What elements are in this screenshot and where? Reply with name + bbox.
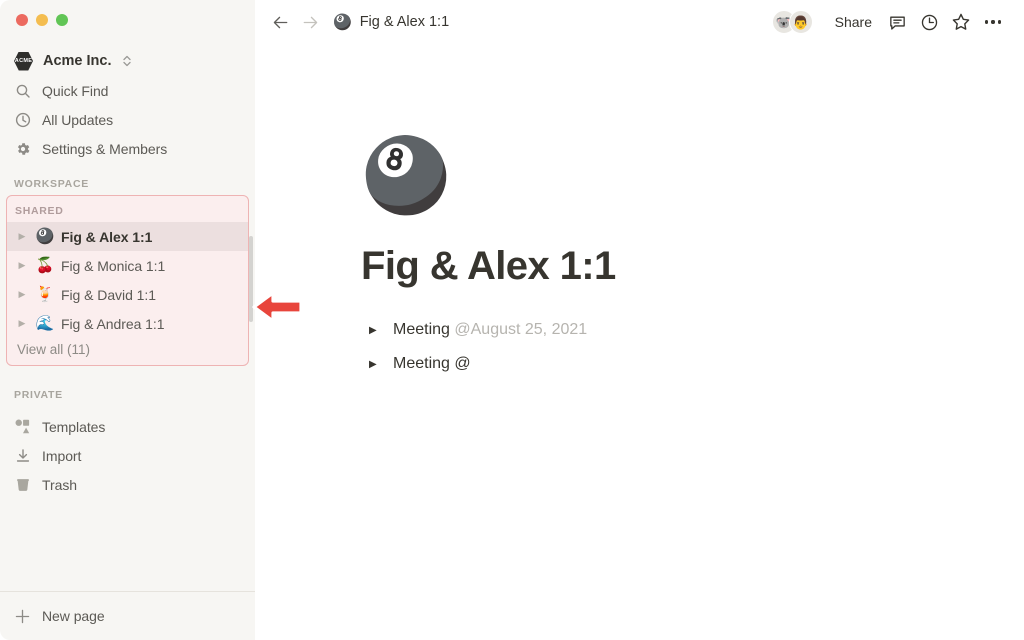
expand-triangle-icon[interactable]: ▶ — [15, 318, 29, 329]
page-emoji-icon: 🍹 — [35, 286, 55, 303]
page-label: Fig & David 1:1 — [61, 286, 156, 303]
sidebar-page-fig-david[interactable]: ▶ 🍹 Fig & David 1:1 — [7, 280, 248, 309]
sidebar-item-quick-find[interactable]: Quick Find — [0, 76, 255, 105]
sidebar-section-shared-label: SHARED — [15, 205, 64, 217]
toolbar-right-group: 🐨 👨 Share — [771, 7, 1008, 37]
main-content: 🎱 Fig & Alex 1:1 🐨 👨 Share 🎱 Fig & Alex … — [255, 0, 1024, 640]
sidebar-item-label: Templates — [42, 418, 106, 435]
date-mention[interactable]: @August 25, 2021 — [454, 321, 587, 338]
sidebar: ACME Acme Inc. Quick Find All Updates Se… — [0, 0, 255, 640]
expand-triangle-icon[interactable]: ▶ — [15, 260, 29, 271]
shared-pages-group: SHARED ▶ 🎱 Fig & Alex 1:1 ▶ 🍒 Fig & Moni… — [6, 195, 249, 366]
sidebar-item-trash[interactable]: Trash — [0, 470, 255, 499]
breadcrumb-emoji-icon: 🎱 — [333, 13, 352, 31]
breadcrumb-title: Fig & Alex 1:1 — [359, 14, 450, 30]
chevron-up-down-icon — [122, 54, 132, 68]
page-emoji-icon: 🎱 — [35, 228, 55, 245]
top-toolbar: 🎱 Fig & Alex 1:1 🐨 👨 Share — [255, 0, 1024, 44]
sidebar-item-label: All Updates — [42, 111, 114, 128]
sidebar-section-private-label: PRIVATE — [14, 389, 63, 401]
sidebar-page-fig-monica[interactable]: ▶ 🍒 Fig & Monica 1:1 — [7, 251, 248, 280]
favorite-star-icon[interactable] — [946, 7, 976, 37]
expand-triangle-icon[interactable]: ▶ — [15, 231, 29, 242]
sidebar-page-fig-alex[interactable]: ▶ 🎱 Fig & Alex 1:1 — [7, 222, 248, 251]
sidebar-scrollbar-thumb[interactable] — [249, 236, 253, 322]
clock-icon — [14, 111, 31, 128]
window-minimize-button[interactable] — [36, 14, 48, 26]
page-label: Fig & Monica 1:1 — [61, 257, 166, 274]
sidebar-item-label: Settings & Members — [42, 140, 168, 157]
sidebar-item-all-updates[interactable]: All Updates — [0, 105, 255, 134]
sidebar-item-templates[interactable]: Templates — [0, 412, 255, 441]
page-label: Fig & Alex 1:1 — [61, 228, 153, 245]
share-button[interactable]: Share — [827, 9, 880, 35]
sidebar-item-label: Import — [42, 447, 82, 464]
plus-icon — [14, 608, 31, 625]
toggle-block-text: Meeting @ — [393, 355, 471, 372]
back-button[interactable] — [265, 7, 295, 37]
page-emoji-icon: 🌊 — [35, 315, 55, 332]
workspace-switcher[interactable]: ACME Acme Inc. — [0, 46, 255, 76]
window-close-button[interactable] — [16, 14, 28, 26]
sidebar-item-label: Quick Find — [42, 82, 109, 99]
sidebar-top: ACME Acme Inc. Quick Find All Updates Se… — [0, 36, 255, 499]
page-label: Fig & Andrea 1:1 — [61, 315, 165, 332]
sidebar-item-import[interactable]: Import — [0, 441, 255, 470]
sidebar-item-settings-members[interactable]: Settings & Members — [0, 134, 255, 163]
expand-triangle-icon[interactable]: ▶ — [15, 289, 29, 300]
block-text: Meeting — [393, 321, 455, 338]
download-arrow-icon — [14, 447, 31, 464]
acme-logo-icon: ACME — [14, 51, 33, 71]
window-maximize-button[interactable] — [56, 14, 68, 26]
window-traffic-lights — [0, 0, 255, 36]
sidebar-section-workspace-label: WORKSPACE — [14, 178, 89, 190]
toggle-block-meeting-1[interactable]: ▶ Meeting @August 25, 2021 — [361, 321, 921, 355]
forward-button[interactable] — [295, 7, 325, 37]
page-title[interactable]: Fig & Alex 1:1 — [361, 244, 921, 289]
content-blocks: ▶ Meeting @August 25, 2021 ▶ Meeting @ — [361, 321, 921, 389]
toggle-triangle-icon[interactable]: ▶ — [369, 326, 383, 336]
toggle-block-text: Meeting @August 25, 2021 — [393, 321, 587, 339]
sidebar-page-fig-andrea[interactable]: ▶ 🌊 Fig & Andrea 1:1 — [7, 309, 248, 338]
more-options-icon[interactable] — [978, 7, 1008, 37]
page-emoji-icon: 🍒 — [35, 257, 55, 274]
toggle-triangle-icon[interactable]: ▶ — [369, 360, 383, 370]
comment-icon[interactable] — [882, 7, 912, 37]
document-body: 🎱 Fig & Alex 1:1 ▶ Meeting @August 25, 2… — [361, 44, 921, 389]
workspace-name: Acme Inc. — [43, 53, 112, 69]
search-icon — [14, 82, 31, 99]
view-all-shared-link[interactable]: View all (11) — [7, 338, 248, 359]
new-page-button[interactable]: New page — [0, 592, 255, 640]
history-clock-icon[interactable] — [914, 7, 944, 37]
notion-window: ACME Acme Inc. Quick Find All Updates Se… — [0, 0, 1024, 640]
toggle-block-meeting-2[interactable]: ▶ Meeting @ — [361, 355, 921, 389]
breadcrumb[interactable]: 🎱 Fig & Alex 1:1 — [333, 14, 449, 30]
page-icon-emoji[interactable]: 🎱 — [361, 140, 921, 222]
trash-can-icon — [14, 476, 31, 493]
collaborator-avatars[interactable]: 🐨 👨 — [771, 10, 813, 34]
sidebar-item-label: Trash — [42, 476, 78, 493]
new-page-label: New page — [42, 608, 105, 624]
templates-shapes-icon — [14, 418, 31, 435]
person-avatar[interactable]: 👨 — [788, 10, 813, 34]
gear-icon — [14, 140, 31, 157]
